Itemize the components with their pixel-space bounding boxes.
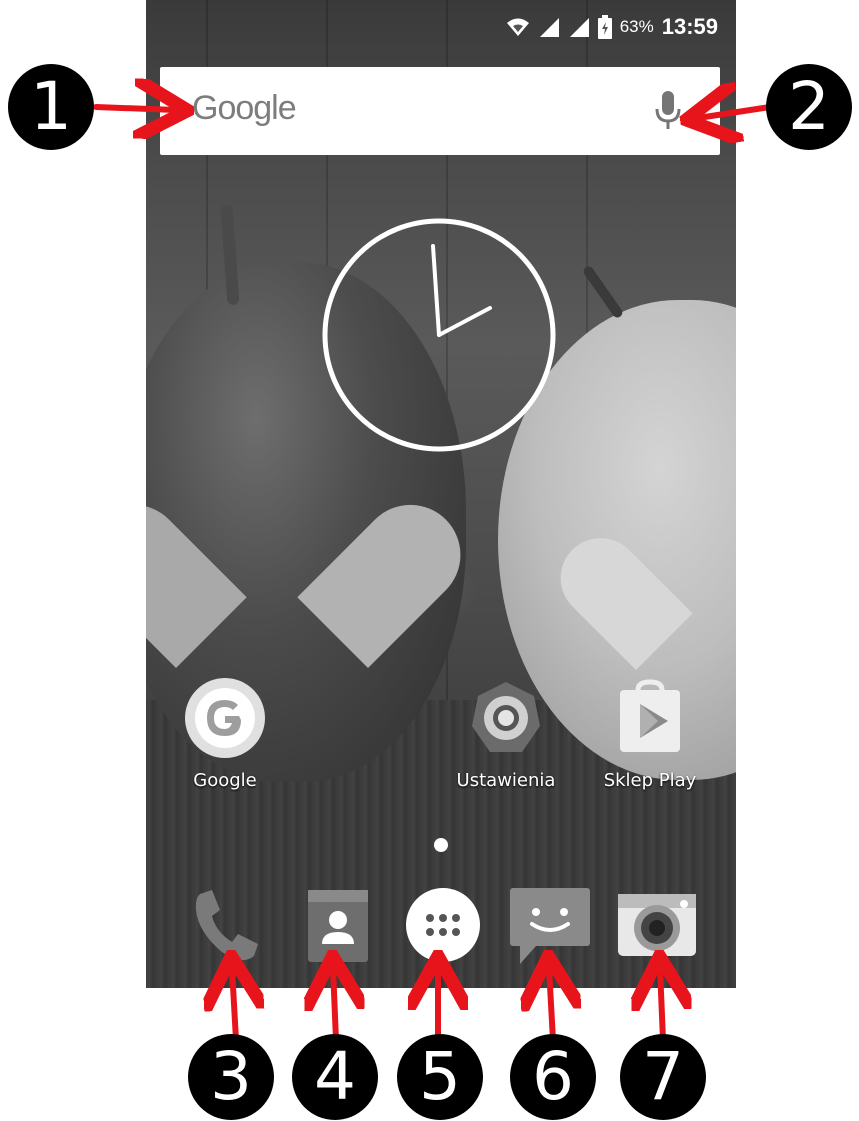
callout-1: 1 (8, 64, 94, 150)
callout-2: 2 (766, 64, 852, 150)
arrow-1 (93, 107, 176, 110)
callout-4: 4 (292, 1034, 378, 1120)
arrow-4 (333, 968, 336, 1043)
arrow-3 (232, 968, 236, 1043)
callout-5: 5 (397, 1034, 483, 1120)
annotation-arrows (93, 0, 773, 1043)
arrow-2 (698, 107, 773, 118)
callout-3: 3 (188, 1034, 274, 1120)
callout-7: 7 (620, 1034, 706, 1120)
arrow-7 (660, 968, 663, 1043)
callout-6: 6 (510, 1034, 596, 1120)
arrow-6 (549, 968, 553, 1043)
